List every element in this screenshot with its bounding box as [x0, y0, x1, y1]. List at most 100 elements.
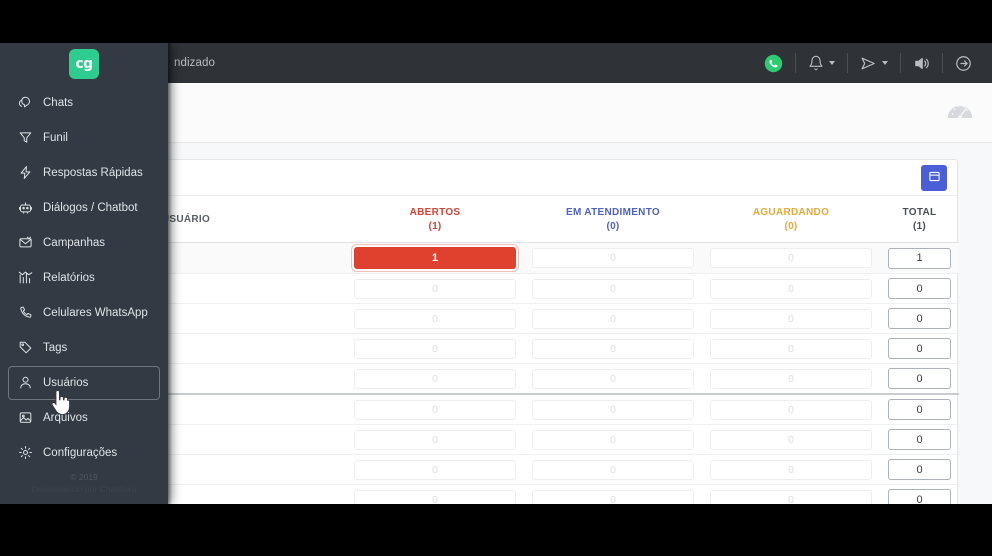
total-count-cell[interactable]: 0: [888, 368, 951, 389]
topbar-actions: [752, 43, 992, 83]
open-count-cell-wrap: 0: [346, 454, 524, 485]
waiting-count-cell[interactable]: 0: [710, 368, 872, 389]
phone-icon: [17, 305, 33, 320]
total-count-cell[interactable]: 0: [888, 278, 951, 299]
open-count-cell[interactable]: 0: [354, 338, 516, 359]
sidebar-item-label: Relatórios: [43, 271, 95, 284]
waiting-count-cell-wrap: 0: [702, 303, 880, 334]
open-count-cell-wrap: 0: [346, 273, 524, 304]
column-count: (1): [912, 220, 927, 232]
files-icon: [17, 410, 33, 425]
robot-icon: [17, 200, 33, 215]
open-count-cell[interactable]: 0: [354, 489, 516, 504]
gear-icon: [17, 445, 33, 460]
open-count-cell-wrap: 1: [346, 242, 524, 274]
attending-count-cell[interactable]: 0: [532, 429, 694, 450]
sidebar-item-celulares-whatsapp[interactable]: Celulares WhatsApp: [8, 296, 160, 331]
gauge-button[interactable]: [946, 97, 974, 130]
attending-count-cell[interactable]: 0: [532, 248, 694, 268]
sidebar-item-arquivos[interactable]: Arquivos: [8, 401, 160, 436]
open-count-cell[interactable]: 0: [354, 278, 516, 299]
attending-count-cell[interactable]: 0: [532, 308, 694, 329]
gauge-icon: [946, 105, 974, 129]
sidebar-item-chats[interactable]: Chats: [8, 86, 160, 121]
notifications-button[interactable]: [796, 43, 847, 83]
attending-count-cell-wrap: 0: [524, 424, 702, 455]
attending-count-cell[interactable]: 0: [532, 368, 694, 389]
sidebar-item-label: Chats: [43, 96, 74, 109]
waiting-count-cell[interactable]: 0: [710, 308, 872, 329]
waiting-count-cell-wrap: 0: [702, 363, 880, 395]
total-count-cell[interactable]: 0: [888, 308, 951, 329]
sidebar-item-usu-rios[interactable]: Usuários: [8, 365, 160, 400]
attending-count-cell[interactable]: 0: [532, 459, 694, 480]
waiting-count-cell-wrap: 0: [702, 484, 880, 504]
sidebar-item-funil[interactable]: Funil: [8, 121, 160, 156]
open-count-cell-wrap: 0: [346, 363, 524, 395]
sidebar-item-relat-rios[interactable]: Relatórios: [8, 261, 160, 296]
total-count-cell[interactable]: 0: [888, 489, 951, 504]
screen: ndizado NTO/USUÁRIO ABERTOS (1) EM ATEND…: [0, 0, 992, 556]
total-count-cell-wrap: 1: [880, 242, 959, 274]
attending-count-cell-wrap: 0: [524, 454, 702, 485]
sidebar-item-tags[interactable]: Tags: [8, 331, 160, 366]
sidebar-item-respostas-r-pidas[interactable]: Respostas Rápidas: [8, 156, 160, 191]
column-header-waiting[interactable]: AGUARDANDO (0): [702, 196, 880, 243]
sound-button[interactable]: [901, 43, 942, 83]
waiting-count-cell[interactable]: 0: [710, 429, 872, 450]
waiting-count-cell[interactable]: 0: [710, 248, 872, 268]
open-count-cell[interactable]: 0: [354, 459, 516, 480]
open-count-cell[interactable]: 0: [354, 399, 516, 420]
application-window: ndizado NTO/USUÁRIO ABERTOS (1) EM ATEND…: [0, 43, 992, 504]
attending-count-cell-wrap: 0: [524, 242, 702, 274]
sidebar-item-label: Respostas Rápidas: [43, 166, 143, 179]
waiting-count-cell[interactable]: 0: [710, 278, 872, 299]
sidebar-item-configura-es[interactable]: Configurações: [8, 436, 160, 471]
topbar-title: ndizado: [174, 57, 215, 69]
waiting-count-cell[interactable]: 0: [710, 338, 872, 359]
chevron-down-icon: [829, 61, 835, 65]
whatsapp-button[interactable]: [752, 43, 795, 83]
total-count-cell[interactable]: 0: [888, 459, 951, 480]
logout-button[interactable]: [943, 43, 984, 83]
total-count-cell-wrap: 0: [880, 363, 959, 395]
column-header-total[interactable]: TOTAL (1): [880, 196, 959, 243]
total-count-cell[interactable]: 0: [888, 338, 951, 359]
sidebar-logo[interactable]: cg: [0, 43, 168, 86]
open-count-cell-wrap: 0: [346, 484, 524, 504]
total-count-cell[interactable]: 1: [888, 247, 951, 269]
column-count: (1): [428, 220, 442, 232]
sidebar-item-label: Celulares WhatsApp: [43, 306, 148, 319]
waiting-count-cell[interactable]: 0: [710, 459, 872, 480]
column-count: (0): [784, 220, 798, 232]
total-count-cell-wrap: 0: [880, 394, 959, 425]
open-count-cell[interactable]: 1: [354, 247, 516, 269]
open-count-cell[interactable]: 0: [354, 429, 516, 450]
column-label: ABERTOS: [409, 207, 461, 218]
total-count-cell-wrap: 0: [880, 454, 959, 485]
total-count-cell-wrap: 0: [880, 333, 959, 364]
open-count-cell-wrap: 0: [346, 303, 524, 334]
waiting-count-cell[interactable]: 0: [710, 489, 872, 504]
total-count-cell[interactable]: 0: [888, 399, 951, 420]
sidebar-item-label: Campanhas: [43, 236, 106, 249]
sidebar-item-label: Funil: [43, 131, 68, 144]
open-count-cell[interactable]: 0: [354, 368, 516, 389]
card-toggle-button[interactable]: [921, 165, 947, 191]
funnel-icon: [17, 130, 33, 145]
sidebar-item-di-logos-chatbot[interactable]: Diálogos / Chatbot: [8, 191, 160, 226]
sidebar-footer: © 2019 Desenvolvido por ChatGuru: [0, 471, 168, 505]
campaign-icon: [17, 235, 33, 250]
column-header-open[interactable]: ABERTOS (1): [346, 196, 524, 243]
attending-count-cell[interactable]: 0: [532, 489, 694, 504]
total-count-cell[interactable]: 0: [888, 429, 951, 450]
column-header-attending[interactable]: EM ATENDIMENTO (0): [524, 196, 702, 243]
open-count-cell[interactable]: 0: [354, 308, 516, 329]
attending-count-cell[interactable]: 0: [532, 278, 694, 299]
send-button[interactable]: [848, 43, 900, 83]
attending-count-cell[interactable]: 0: [532, 338, 694, 359]
sidebar-item-campanhas[interactable]: Campanhas: [8, 226, 160, 261]
waiting-count-cell[interactable]: 0: [710, 399, 872, 420]
send-icon: [860, 55, 877, 72]
attending-count-cell[interactable]: 0: [532, 399, 694, 420]
